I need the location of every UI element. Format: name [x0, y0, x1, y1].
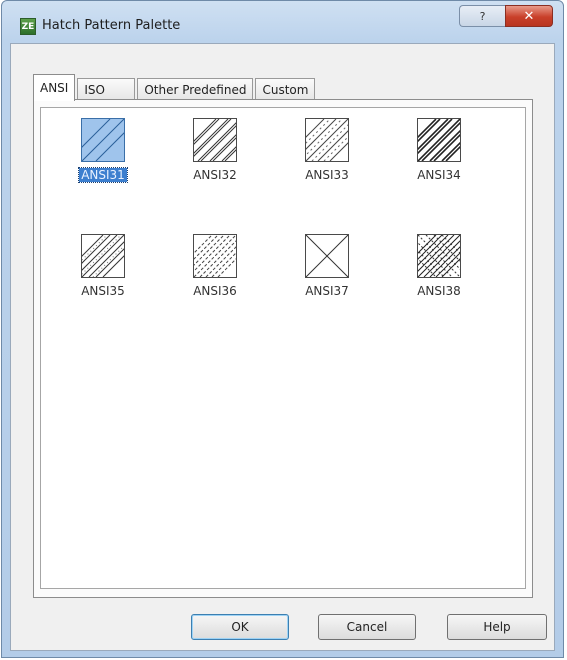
pattern-item-ansi38[interactable]: ANSI38: [389, 234, 489, 298]
question-mark-icon: ?: [479, 9, 486, 23]
help-button[interactable]: Help: [447, 614, 547, 640]
dialog-client-area: ANSI ISO Other Predefined Custom ANSI31 …: [10, 43, 555, 651]
pattern-item-ansi35[interactable]: ANSI35: [53, 234, 153, 298]
dash-diagonal-hatch-icon: [305, 118, 349, 162]
tab-iso[interactable]: ISO: [77, 78, 136, 100]
tab-ansi[interactable]: ANSI: [33, 74, 76, 101]
pattern-item-ansi37[interactable]: ANSI37: [277, 234, 377, 298]
pattern-label: ANSI31: [78, 167, 128, 183]
dense-diagonal-hatch-icon: [417, 118, 461, 162]
app-icon: ZE: [20, 18, 36, 35]
pattern-item-ansi31[interactable]: ANSI31: [53, 118, 153, 183]
ok-button[interactable]: OK: [191, 614, 289, 640]
alternating-diagonal-hatch-icon: [81, 234, 125, 278]
diagonal-hatch-icon: [81, 118, 125, 162]
title-bar[interactable]: ZE Hatch Pattern Palette ? ✕: [2, 1, 563, 43]
tab-custom[interactable]: Custom: [255, 78, 316, 100]
help-caption-button[interactable]: ?: [459, 5, 505, 27]
pattern-item-ansi34[interactable]: ANSI34: [389, 118, 489, 182]
pattern-label: ANSI37: [305, 284, 349, 298]
dialog-window: ZE Hatch Pattern Palette ? ✕ ANSI ISO Ot…: [1, 0, 564, 658]
cross-hatch-icon: [305, 234, 349, 278]
window-title: Hatch Pattern Palette: [42, 18, 181, 33]
pattern-label: ANSI35: [81, 284, 125, 298]
pattern-label: ANSI34: [417, 168, 461, 182]
pattern-label: ANSI36: [193, 284, 237, 298]
double-diagonal-hatch-icon: [193, 118, 237, 162]
cancel-button[interactable]: Cancel: [318, 614, 416, 640]
caption-buttons: ? ✕: [459, 5, 553, 27]
tab-strip: ANSI ISO Other Predefined Custom: [33, 74, 317, 101]
close-button[interactable]: ✕: [505, 5, 553, 27]
pattern-item-ansi36[interactable]: ANSI36: [165, 234, 265, 298]
tab-panel-ansi: ANSI31 ANSI32 ANSI33 ANSI34 ANSI35 ANSI3…: [33, 99, 533, 598]
close-icon: ✕: [523, 8, 535, 24]
pattern-item-ansi33[interactable]: ANSI33: [277, 118, 377, 182]
tab-other-predefined[interactable]: Other Predefined: [137, 78, 254, 100]
dense-cross-hatch-icon: [417, 234, 461, 278]
pattern-list[interactable]: ANSI31 ANSI32 ANSI33 ANSI34 ANSI35 ANSI3…: [40, 107, 526, 589]
pattern-label: ANSI33: [305, 168, 349, 182]
pattern-label: ANSI32: [193, 168, 237, 182]
dashed-diagonal-hatch-icon: [193, 234, 237, 278]
pattern-item-ansi32[interactable]: ANSI32: [165, 118, 265, 182]
pattern-label: ANSI38: [417, 284, 461, 298]
